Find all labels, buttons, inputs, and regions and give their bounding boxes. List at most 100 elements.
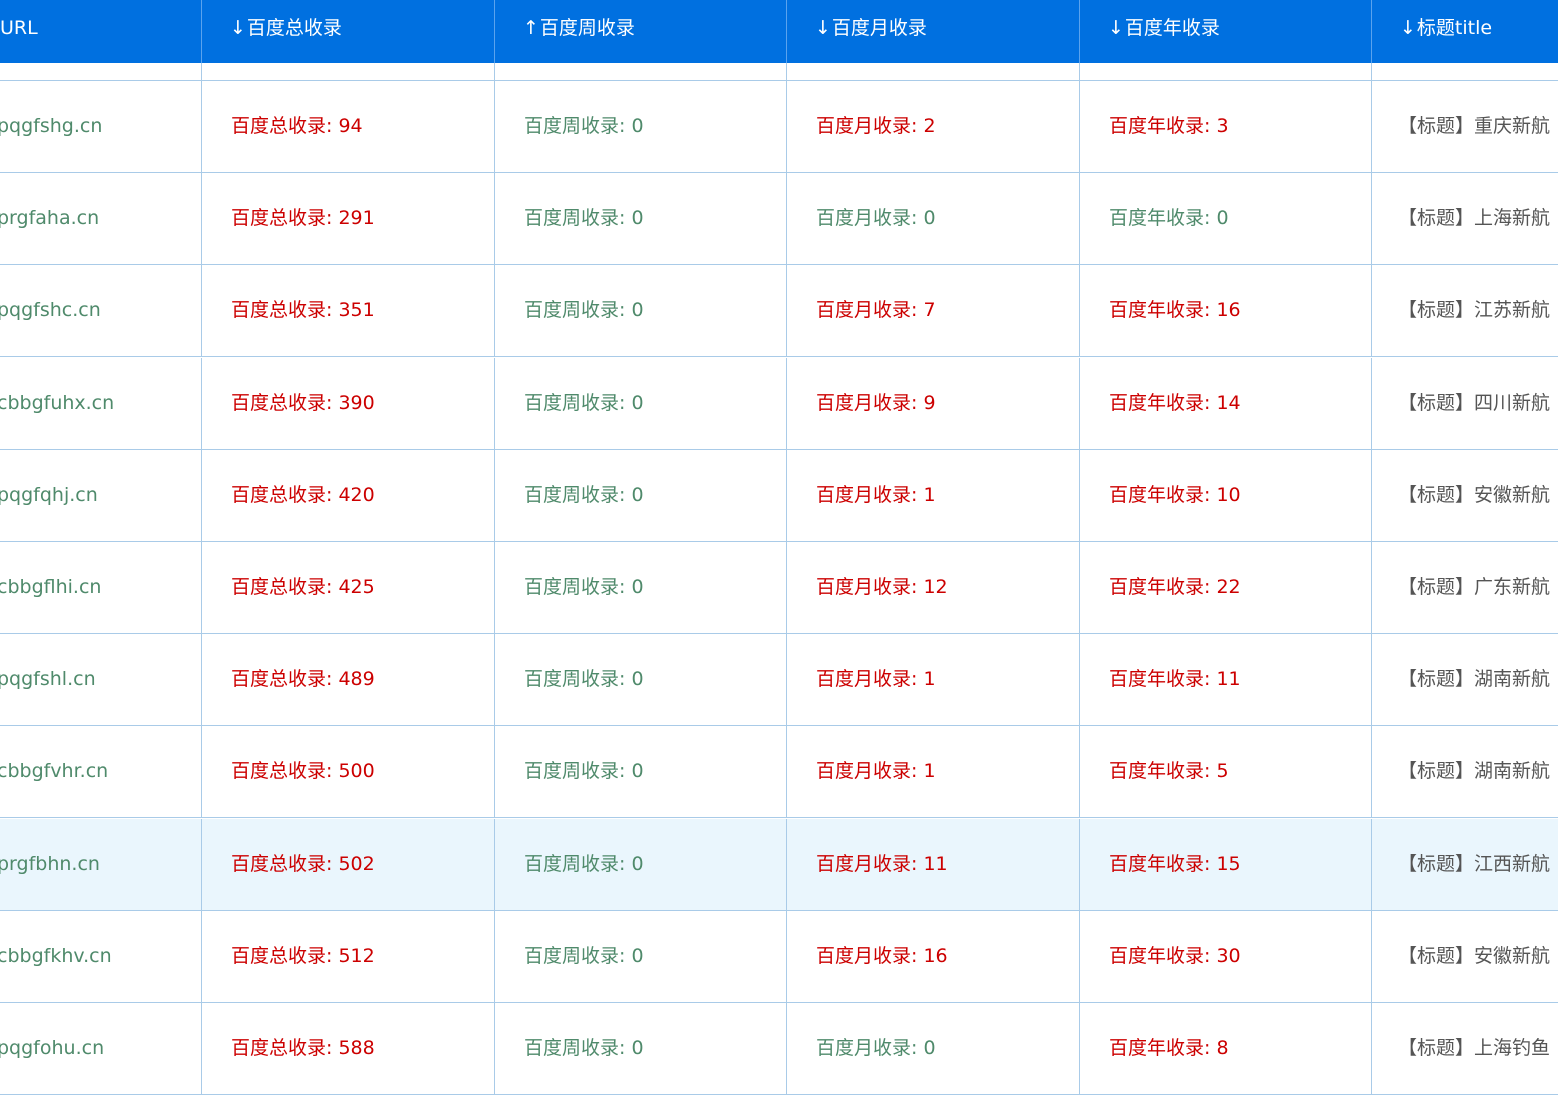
url-cell[interactable]: prgfbhn.cn: [0, 819, 202, 910]
table-row[interactable]: cbbgflhi.cn 百度总收录: 425 百度周收录: 0 百度月收录: 12 百度…: [0, 542, 1558, 634]
column-header-week[interactable]: ↑百度周收录: [495, 0, 787, 63]
week-index-cell: 百度周收录: 0: [495, 634, 787, 725]
url-cell[interactable]: cbbgflhi.cn: [0, 542, 202, 633]
month-index-cell: 百度月收录: 12: [787, 542, 1080, 633]
column-header-month-label: 百度月收录: [831, 17, 927, 39]
week-index-cell: 百度周收录: 0: [495, 911, 787, 1002]
url-cell[interactable]: prgfaha.cn: [0, 173, 202, 264]
year-index-cell: 百度年收录: 14: [1080, 358, 1372, 449]
total-index-cell: 百度总收录: 425: [202, 542, 495, 633]
column-header-title[interactable]: ↓标题title: [1372, 0, 1558, 63]
title-cell: 【标题】江苏新航: [1398, 299, 1551, 321]
total-index-cell: 百度总收录: 94: [202, 81, 495, 172]
week-index-cell: 百度周收录: 0: [495, 542, 787, 633]
year-index-cell: 百度年收录: 16: [1080, 265, 1372, 356]
year-index-cell: 百度年收录: 5: [1080, 726, 1372, 817]
year-index-cell: 百度年收录: 10: [1080, 450, 1372, 541]
week-index-cell: 百度周收录: 0: [495, 819, 787, 910]
year-index-cell: 百度年收录: 3: [1080, 81, 1372, 172]
title-cell: 【标题】安徽新航: [1398, 945, 1551, 967]
column-header-total[interactable]: ↓百度总收录: [202, 0, 495, 63]
url-cell[interactable]: cbbgfvhr.cn: [0, 726, 202, 817]
title-cell: 【标题】重庆新航: [1398, 115, 1551, 137]
column-header-week-label: 百度周收录: [539, 17, 635, 39]
url-cell[interactable]: pqgfohu.cn: [0, 1003, 202, 1094]
header-spacer: [0, 63, 1558, 81]
month-index-cell: 百度月收录: 7: [787, 265, 1080, 356]
title-cell: 【标题】湖南新航: [1398, 760, 1551, 782]
total-index-cell: 百度总收录: 291: [202, 173, 495, 264]
column-header-year-label: 百度年收录: [1124, 17, 1220, 39]
title-cell: 【标题】江西新航: [1398, 853, 1551, 875]
sort-down-icon: ↓: [230, 17, 246, 39]
table-row[interactable]: prgfaha.cn 百度总收录: 291 百度周收录: 0 百度月收录: 0 百度年收…: [0, 173, 1558, 265]
year-index-cell: 百度年收录: 11: [1080, 634, 1372, 725]
year-index-cell: 百度年收录: 8: [1080, 1003, 1372, 1094]
url-cell[interactable]: pqgfshg.cn: [0, 81, 202, 172]
title-cell: 【标题】上海钓鱼: [1398, 1037, 1551, 1059]
column-header-title-label: 标题title: [1416, 17, 1493, 39]
column-divider: [494, 63, 495, 81]
column-header-month[interactable]: ↓百度月收录: [787, 0, 1080, 63]
url-cell[interactable]: cbbgfkhv.cn: [0, 911, 202, 1002]
month-index-cell: 百度月收录: 2: [787, 81, 1080, 172]
month-index-cell: 百度月收录: 9: [787, 358, 1080, 449]
month-index-cell: 百度月收录: 1: [787, 450, 1080, 541]
month-index-cell: 百度月收录: 1: [787, 634, 1080, 725]
year-index-cell: 百度年收录: 15: [1080, 819, 1372, 910]
url-cell[interactable]: cbbgfuhx.cn: [0, 358, 202, 449]
week-index-cell: 百度周收录: 0: [495, 358, 787, 449]
table-row[interactable]: cbbgfvhr.cn 百度总收录: 500 百度周收录: 0 百度月收录: 1 百度年…: [0, 726, 1558, 818]
table-row[interactable]: pqgfshc.cn 百度总收录: 351 百度周收录: 0 百度月收录: 7 百度年收…: [0, 265, 1558, 357]
sort-down-icon: ↓: [1108, 17, 1124, 39]
column-header-year[interactable]: ↓百度年收录: [1080, 0, 1372, 63]
column-header-total-label: 百度总收录: [246, 17, 342, 39]
total-index-cell: 百度总收录: 512: [202, 911, 495, 1002]
column-divider: [201, 63, 202, 81]
table-row[interactable]: pqgfohu.cn 百度总收录: 588 百度周收录: 0 百度月收录: 0 百度年收…: [0, 1003, 1558, 1095]
title-cell: 【标题】湖南新航: [1398, 668, 1551, 690]
week-index-cell: 百度周收录: 0: [495, 726, 787, 817]
url-cell[interactable]: pqgfshc.cn: [0, 265, 202, 356]
table-header: URL ↓百度总收录 ↑百度周收录 ↓百度月收录 ↓百度年收录 ↓标题title: [0, 0, 1558, 63]
column-divider: [786, 63, 787, 81]
sort-down-icon: ↓: [1400, 17, 1416, 39]
column-divider: [1371, 63, 1372, 81]
total-index-cell: 百度总收录: 502: [202, 819, 495, 910]
total-index-cell: 百度总收录: 489: [202, 634, 495, 725]
total-index-cell: 百度总收录: 351: [202, 265, 495, 356]
month-index-cell: 百度月收录: 16: [787, 911, 1080, 1002]
table-row[interactable]: pqgfshl.cn 百度总收录: 489 百度周收录: 0 百度月收录: 1 百度年收…: [0, 634, 1558, 726]
column-divider: [1079, 63, 1080, 81]
month-index-cell: 百度月收录: 0: [787, 173, 1080, 264]
month-index-cell: 百度月收录: 0: [787, 1003, 1080, 1094]
week-index-cell: 百度周收录: 0: [495, 265, 787, 356]
sort-up-icon: ↑: [523, 17, 539, 39]
sort-down-icon: ↓: [815, 17, 831, 39]
total-index-cell: 百度总收录: 420: [202, 450, 495, 541]
week-index-cell: 百度周收录: 0: [495, 1003, 787, 1094]
table-row[interactable]: pqgfshg.cn 百度总收录: 94 百度周收录: 0 百度月收录: 2 百度年收录…: [0, 81, 1558, 173]
column-header-url-label: URL: [0, 17, 38, 39]
url-cell[interactable]: pqgfqhj.cn: [0, 450, 202, 541]
total-index-cell: 百度总收录: 500: [202, 726, 495, 817]
table-row[interactable]: cbbgfkhv.cn 百度总收录: 512 百度周收录: 0 百度月收录: 16 百度…: [0, 911, 1558, 1003]
week-index-cell: 百度周收录: 0: [495, 450, 787, 541]
year-index-cell: 百度年收录: 0: [1080, 173, 1372, 264]
column-header-url[interactable]: URL: [0, 0, 202, 63]
title-cell: 【标题】四川新航: [1398, 392, 1551, 414]
total-index-cell: 百度总收录: 588: [202, 1003, 495, 1094]
month-index-cell: 百度月收录: 1: [787, 726, 1080, 817]
title-cell: 【标题】广东新航: [1398, 576, 1551, 598]
total-index-cell: 百度总收录: 390: [202, 358, 495, 449]
title-cell: 【标题】安徽新航: [1398, 484, 1551, 506]
url-cell[interactable]: pqgfshl.cn: [0, 634, 202, 725]
week-index-cell: 百度周收录: 0: [495, 173, 787, 264]
month-index-cell: 百度月收录: 11: [787, 819, 1080, 910]
year-index-cell: 百度年收录: 22: [1080, 542, 1372, 633]
table-row[interactable]: pqgfqhj.cn 百度总收录: 420 百度周收录: 0 百度月收录: 1 百度年收…: [0, 450, 1558, 542]
table-row[interactable]: prgfbhn.cn 百度总收录: 502 百度周收录: 0 百度月收录: 11 百度年…: [0, 819, 1558, 911]
week-index-cell: 百度周收录: 0: [495, 81, 787, 172]
table-row[interactable]: cbbgfuhx.cn 百度总收录: 390 百度周收录: 0 百度月收录: 9 百度年…: [0, 358, 1558, 450]
year-index-cell: 百度年收录: 30: [1080, 911, 1372, 1002]
